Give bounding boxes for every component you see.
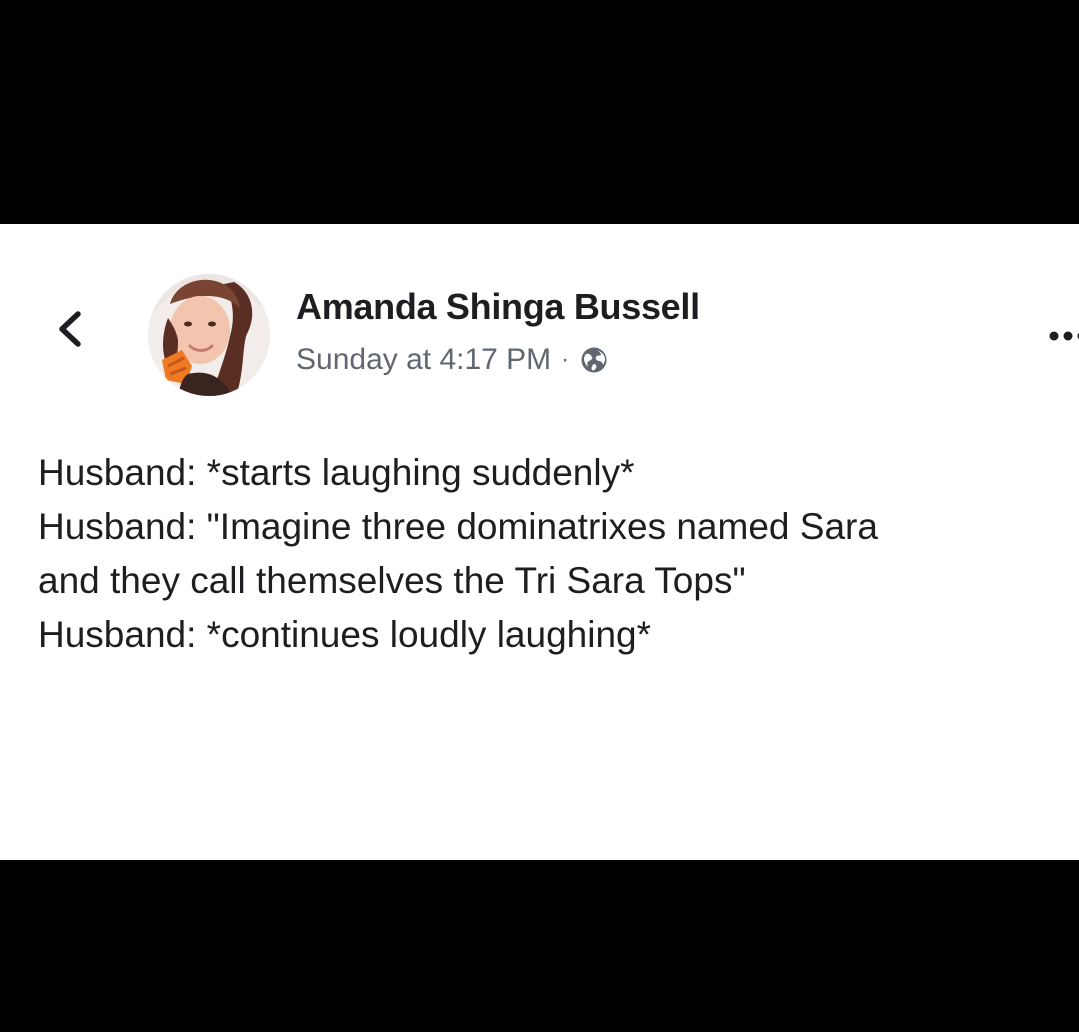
globe-icon (579, 345, 609, 375)
back-button[interactable] (50, 308, 92, 350)
post-text-line: Husband: "Imagine three dominatrixes nam… (38, 506, 878, 547)
avatar[interactable] (148, 274, 270, 396)
more-options-button[interactable] (1048, 326, 1079, 346)
screenshot-frame: Amanda Shinga Bussell Sunday at 4:17 PM … (0, 0, 1079, 1032)
meta-separator: · (561, 346, 570, 373)
chevron-left-icon (59, 311, 81, 347)
profile-photo (148, 274, 270, 396)
post-card: Amanda Shinga Bussell Sunday at 4:17 PM … (0, 224, 1079, 860)
post-text-line: and they call themselves the Tri Sara To… (38, 560, 746, 601)
post-timestamp[interactable]: Sunday at 4:17 PM (296, 343, 551, 377)
author-name[interactable]: Amanda Shinga Bussell (296, 286, 700, 328)
post-text-line: Husband: *starts laughing suddenly* (38, 452, 635, 493)
post-text: Husband: *starts laughing suddenly* Husb… (38, 446, 1068, 662)
post-text-line: Husband: *continues loudly laughing* (38, 614, 651, 655)
more-dots-icon (1049, 331, 1079, 341)
post-meta: Sunday at 4:17 PM · (296, 340, 609, 380)
